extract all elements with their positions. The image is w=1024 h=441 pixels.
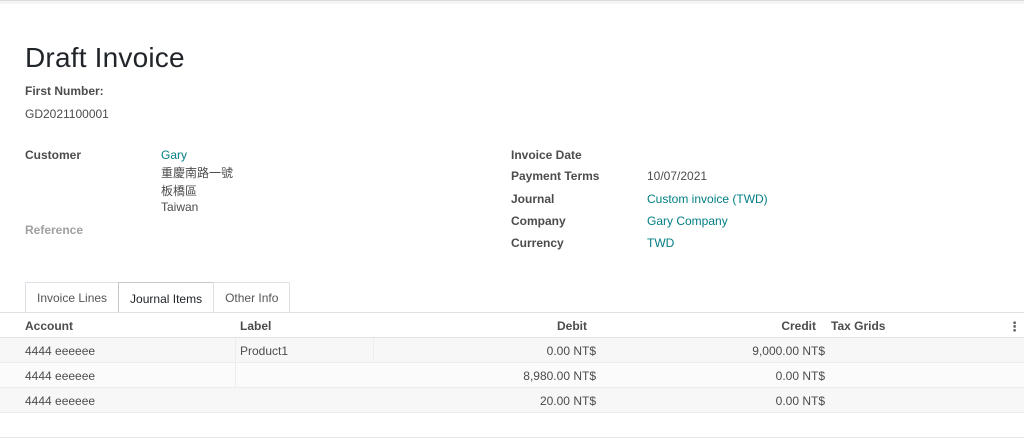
cell-debit[interactable]: 20.00 NT$	[470, 394, 596, 408]
cell-debit[interactable]: 8,980.00 NT$	[470, 369, 596, 383]
column-credit[interactable]: Credit	[700, 319, 816, 333]
reference-label: Reference	[25, 223, 84, 237]
customer-address-line2: 板橋區	[161, 184, 198, 198]
journal-items-table: Account Label Debit Credit Tax Grids ⋮ 4…	[0, 313, 1024, 413]
cell-credit[interactable]: 9,000.00 NT$	[700, 344, 825, 358]
customer-address-line3: Taiwan	[161, 200, 199, 214]
cell-credit[interactable]: 0.00 NT$	[700, 369, 825, 383]
tab-journal-items[interactable]: Journal Items	[118, 282, 215, 314]
column-label[interactable]: Label	[240, 319, 271, 333]
bottom-border	[0, 437, 1024, 438]
invoice-date-label: Invoice Date	[511, 148, 582, 162]
page-title: Draft Invoice	[25, 42, 185, 73]
top-border	[0, 0, 1024, 4]
cell-label[interactable]: Product1	[240, 344, 288, 358]
customer-label: Customer	[25, 148, 82, 162]
column-account[interactable]: Account	[25, 319, 73, 333]
table-header: Account Label Debit Credit Tax Grids ⋮	[0, 313, 1024, 338]
cell-credit[interactable]: 0.00 NT$	[700, 394, 825, 408]
column-debit[interactable]: Debit	[480, 319, 587, 333]
tab-invoice-lines[interactable]: Invoice Lines	[25, 282, 120, 313]
table-row[interactable]: 4444 eeeeee Product1 0.00 NT$ 9,000.00 N…	[0, 338, 1024, 363]
cell-divider	[373, 338, 374, 363]
column-options-icon[interactable]: ⋮	[1008, 319, 1021, 335]
cell-divider	[235, 363, 236, 388]
table-row[interactable]: 4444 eeeeee 20.00 NT$ 0.00 NT$	[0, 388, 1024, 413]
first-number-label: First Number:	[25, 84, 104, 98]
customer-link[interactable]: Gary	[161, 148, 187, 162]
tab-other-info[interactable]: Other Info	[213, 282, 291, 313]
currency-link[interactable]: TWD	[647, 236, 674, 250]
payment-terms-value[interactable]: 10/07/2021	[647, 169, 707, 183]
payment-terms-label: Payment Terms	[511, 169, 600, 183]
company-label: Company	[511, 214, 566, 228]
first-number-value: GD2021100001	[25, 107, 109, 121]
company-link[interactable]: Gary Company	[647, 214, 728, 228]
cell-debit[interactable]: 0.00 NT$	[470, 344, 596, 358]
currency-label: Currency	[511, 236, 564, 250]
table-row[interactable]: 4444 eeeeee 8,980.00 NT$ 0.00 NT$	[0, 363, 1024, 388]
cell-account[interactable]: 4444 eeeeee	[25, 394, 95, 408]
journal-link[interactable]: Custom invoice (TWD)	[647, 192, 768, 206]
journal-label: Journal	[511, 192, 555, 206]
customer-address-line1: 重慶南路一號	[161, 166, 234, 180]
cell-divider	[235, 338, 236, 363]
cell-account[interactable]: 4444 eeeeee	[25, 369, 95, 383]
notebook-tabs: Invoice Lines Journal Items Other Info	[25, 282, 291, 314]
cell-account[interactable]: 4444 eeeeee	[25, 344, 95, 358]
column-tax-grids[interactable]: Tax Grids	[831, 319, 885, 333]
